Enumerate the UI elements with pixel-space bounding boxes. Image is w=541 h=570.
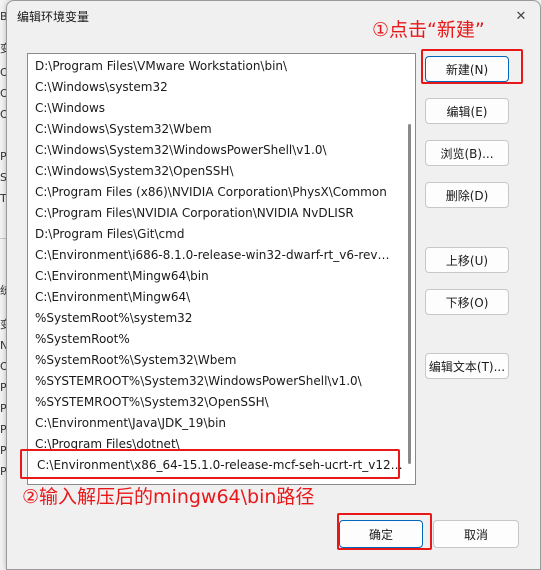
path-list-item-selected[interactable]: C:\Environment\x86_64-15.1.0-release-mcf…	[30, 455, 406, 476]
move-up-button[interactable]: 上移(U)	[425, 247, 509, 273]
path-list-item[interactable]: %SYSTEMROOT%\System32\OpenSSH\	[35, 392, 397, 413]
path-list-item[interactable]: C:\Environment\Mingw64\bin	[35, 266, 397, 287]
path-list-item[interactable]: C:\Program Files\dotnet\	[35, 434, 397, 455]
path-list-item[interactable]: C:\Windows\system32	[35, 77, 397, 98]
path-list-item[interactable]: D:\Program Files\VMware Workstation\bin\	[35, 56, 397, 77]
dialog-title: 编辑环境变量	[17, 10, 90, 24]
step2-annotation: ②输入解压后的mingw64\bin路径	[22, 486, 315, 508]
close-button[interactable]: ✕	[510, 5, 532, 27]
new-button[interactable]: 新建(N)	[425, 56, 509, 82]
path-list-item[interactable]: C:\Environment\Java\JDK_19\bin	[35, 413, 397, 434]
path-list-item[interactable]: C:\Windows\System32\OpenSSH\	[35, 161, 397, 182]
path-list-item[interactable]: C:\Environment\Mingw64\	[35, 287, 397, 308]
cancel-button[interactable]: 取消	[433, 520, 519, 548]
path-list-item[interactable]: %SYSTEMROOT%\System32\WindowsPowerShell\…	[35, 371, 397, 392]
path-list-item[interactable]: C:\Windows\System32\Wbem	[35, 119, 397, 140]
path-list-item[interactable]: C:\Environment\i686-8.1.0-release-win32-…	[35, 245, 397, 266]
path-list[interactable]: D:\Program Files\VMware Workstation\bin\…	[27, 53, 416, 485]
path-list-item[interactable]: D:\Program Files\Git\cmd	[35, 224, 397, 245]
path-list-item[interactable]: %SystemRoot%	[35, 329, 397, 350]
move-down-button[interactable]: 下移(O)	[425, 289, 509, 315]
path-list-item[interactable]: C:\Windows\System32\WindowsPowerShell\v1…	[35, 140, 397, 161]
path-list-item[interactable]: %SystemRoot%\System32\Wbem	[35, 350, 397, 371]
path-list-item[interactable]: C:\Program Files\NVIDIA Corporation\NVID…	[35, 203, 397, 224]
list-scrollbar[interactable]	[408, 124, 411, 464]
edit-button[interactable]: 编辑(E)	[425, 98, 509, 124]
browse-button[interactable]: 浏览(B)...	[425, 140, 509, 166]
edit-text-button[interactable]: 编辑文本(T)...	[425, 353, 509, 379]
close-icon: ✕	[515, 8, 527, 24]
step1-annotation: ①点击“新建”	[372, 19, 485, 41]
path-list-item[interactable]: %SystemRoot%\system32	[35, 308, 397, 329]
delete-button[interactable]: 删除(D)	[425, 182, 509, 208]
path-list-item[interactable]: C:\Program Files (x86)\NVIDIA Corporatio…	[35, 182, 397, 203]
ok-button[interactable]: 确定	[339, 520, 423, 548]
path-list-item[interactable]: C:\Windows	[35, 98, 397, 119]
